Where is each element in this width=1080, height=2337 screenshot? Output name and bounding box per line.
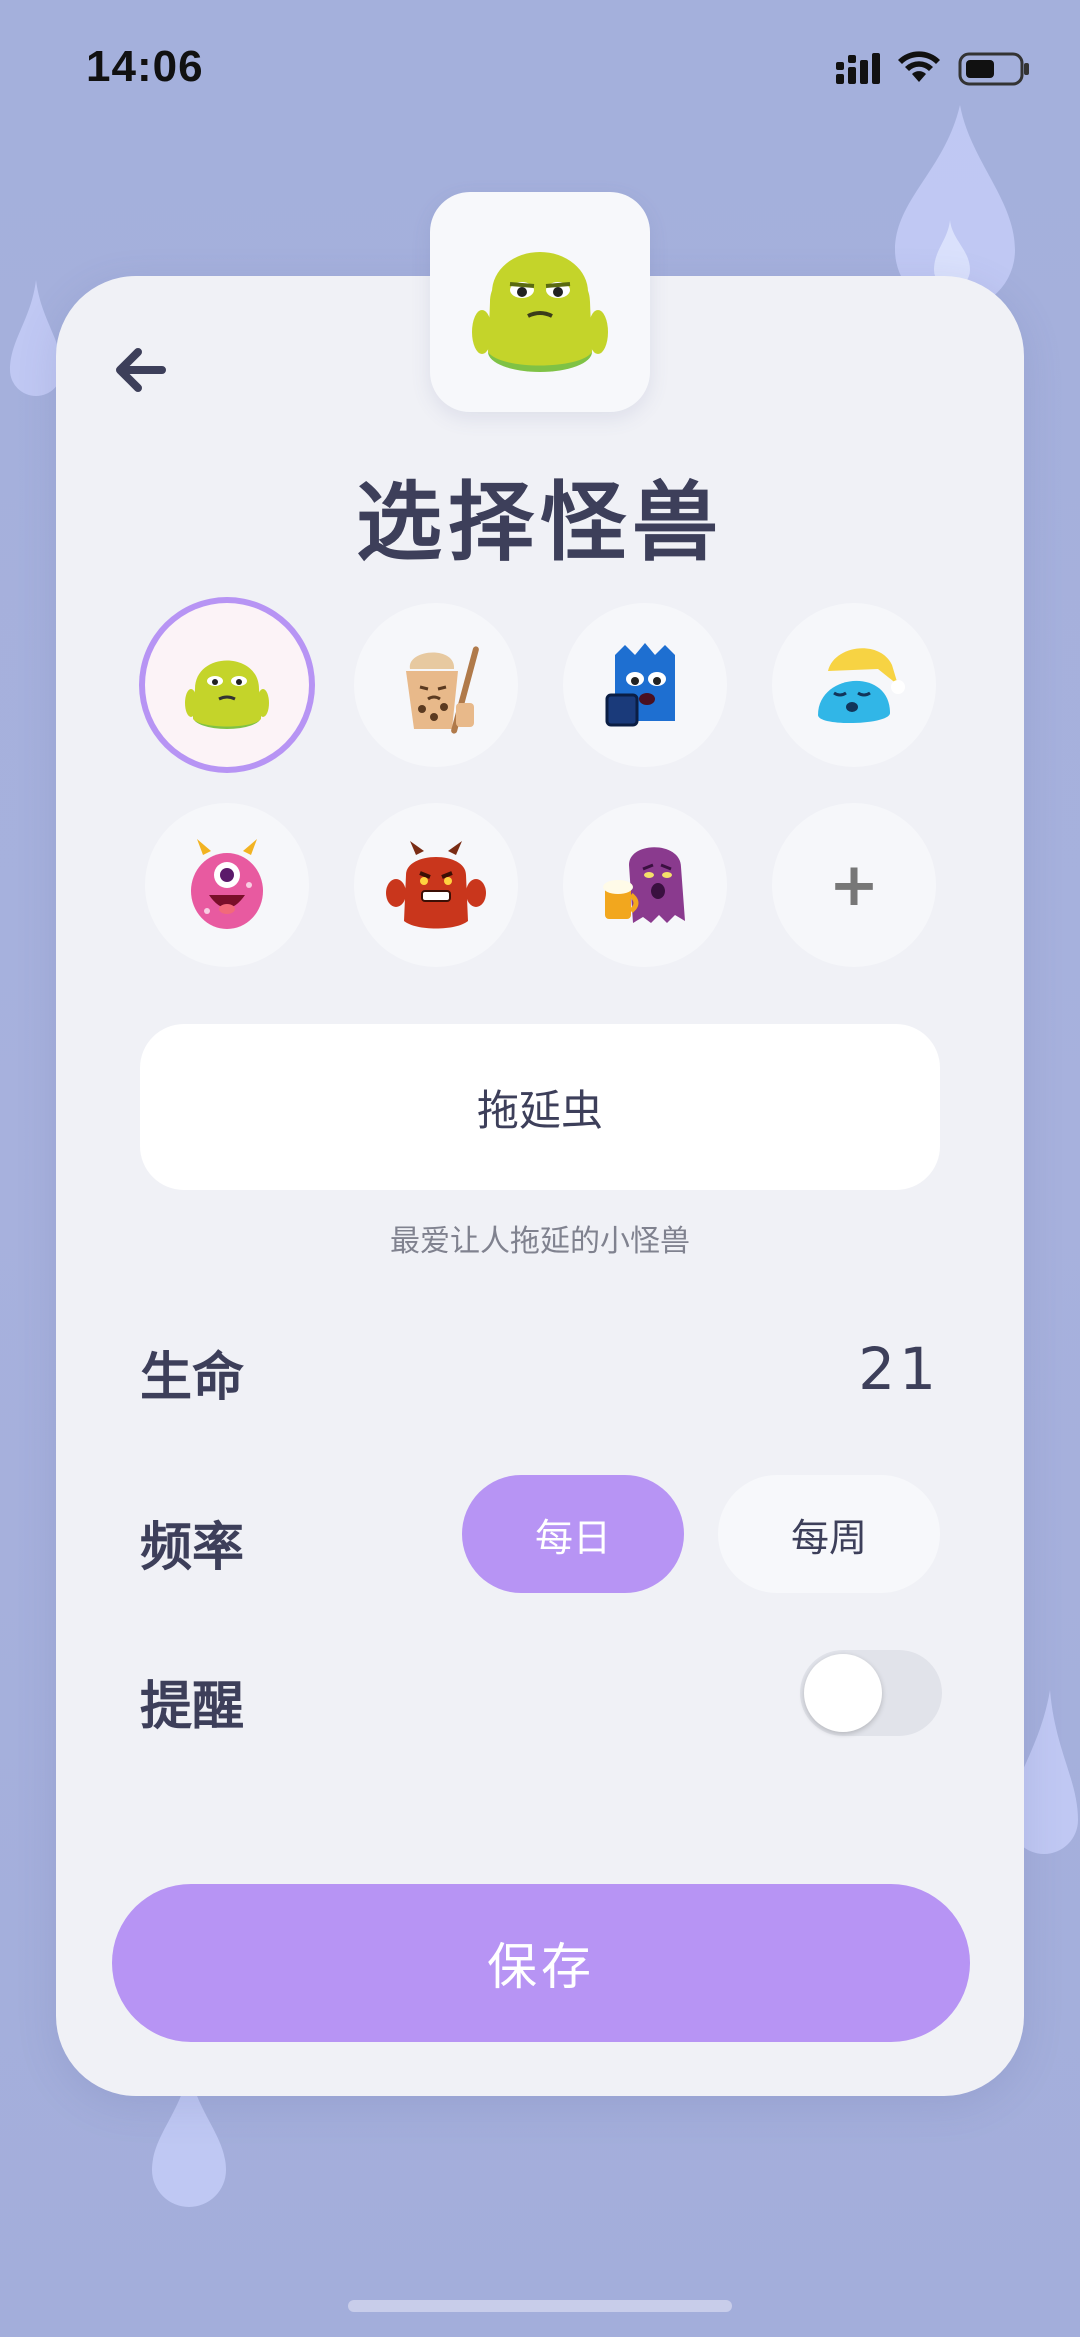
monster-option-procrastination[interactable] bbox=[145, 603, 309, 767]
life-label: 生命 bbox=[140, 1348, 245, 1408]
sleepy-monster-icon bbox=[818, 648, 905, 724]
add-monster-button[interactable]: + bbox=[772, 803, 936, 967]
reminder-label: 提醒 bbox=[140, 1677, 245, 1737]
toggle-knob bbox=[804, 1654, 882, 1732]
procrastination-monster-icon bbox=[472, 252, 608, 372]
angry-red-monster-icon bbox=[386, 841, 486, 929]
monster-option-pink-cyclops[interactable] bbox=[145, 803, 309, 967]
monster-option-sleepy[interactable] bbox=[772, 603, 936, 767]
back-arrow-icon[interactable] bbox=[110, 340, 180, 400]
cellular-signal-icon bbox=[836, 53, 880, 84]
reminder-toggle[interactable] bbox=[800, 1650, 942, 1736]
frequency-daily-button[interactable]: 每日 bbox=[462, 1475, 684, 1593]
frequency-weekly-button[interactable]: 每周 bbox=[718, 1475, 940, 1593]
battery-icon bbox=[958, 52, 1029, 86]
selected-monster-badge bbox=[430, 192, 650, 412]
monster-option-beer[interactable] bbox=[563, 803, 727, 967]
page-title: 选择怪兽 bbox=[356, 473, 724, 573]
plus-icon: + bbox=[828, 850, 880, 920]
monster-option-milk-tea[interactable] bbox=[354, 603, 518, 767]
save-button[interactable]: 保存 bbox=[112, 1884, 970, 2042]
monster-option-phone[interactable] bbox=[563, 603, 727, 767]
frequency-label: 频率 bbox=[140, 1518, 245, 1578]
monster-name-field[interactable]: 拖延虫 bbox=[140, 1024, 940, 1190]
phone-monster-icon bbox=[605, 643, 675, 727]
home-indicator[interactable] bbox=[348, 2300, 732, 2312]
beer-monster-icon bbox=[603, 847, 685, 923]
monster-option-angry-red[interactable] bbox=[354, 803, 518, 967]
status-time: 14:06 bbox=[86, 42, 204, 91]
pink-cyclops-monster-icon bbox=[191, 839, 263, 929]
monster-description: 最爱让人拖延的小怪兽 bbox=[390, 1224, 690, 1259]
wifi-icon bbox=[898, 51, 940, 82]
milk-tea-monster-icon bbox=[406, 646, 479, 734]
life-value[interactable]: 21 bbox=[858, 1335, 940, 1403]
green-monster-icon bbox=[185, 660, 269, 729]
